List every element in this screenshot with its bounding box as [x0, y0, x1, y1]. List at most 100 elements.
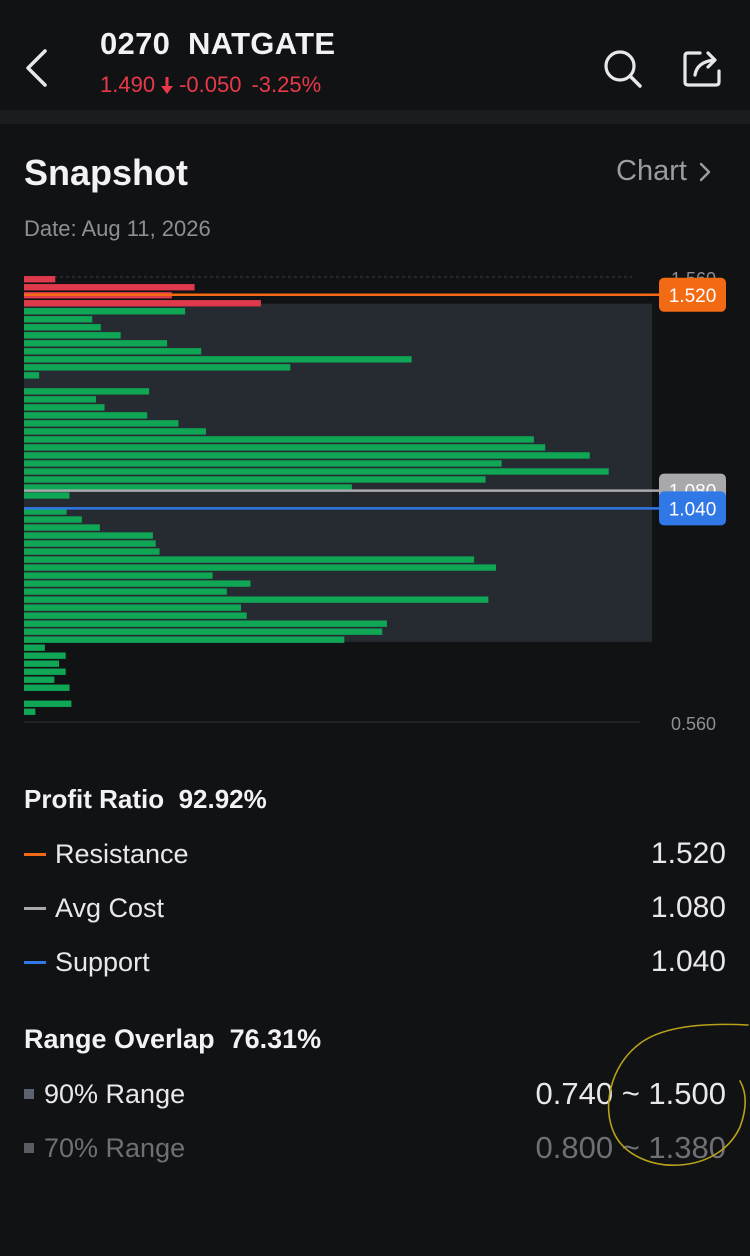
distribution-bar: [24, 628, 383, 635]
back-button[interactable]: [18, 44, 58, 92]
distribution-bar: [24, 700, 72, 707]
distribution-bar: [24, 668, 66, 675]
legend-resistance: Resistance 1.520: [24, 834, 726, 874]
support-swatch: [24, 960, 46, 964]
range-70-square: [24, 1143, 34, 1153]
distribution-bar: [24, 580, 251, 587]
down-arrow-icon: [161, 77, 174, 94]
y-bottom-label: 0.560: [671, 714, 716, 734]
range-90-high: 1.500: [648, 1076, 726, 1111]
stock-name: NATGATE: [188, 26, 336, 61]
distribution-bar: [24, 388, 150, 395]
distribution-bar: [24, 684, 70, 691]
avg-cost-label: Avg Cost: [55, 892, 165, 923]
distribution-bar: [24, 340, 168, 347]
snapshot-date: Date: Aug 11, 2026: [24, 216, 211, 241]
stock-title: 0270 NATGATE: [100, 26, 335, 62]
distribution-bar: [24, 284, 195, 291]
distribution-bar: [24, 300, 261, 307]
top-bar: 0270 NATGATE 1.490 -0.050 -3.25%: [0, 0, 750, 110]
distribution-bar: [24, 572, 213, 579]
distribution-bar: [24, 332, 121, 339]
distribution-bar: [24, 348, 202, 355]
distribution-bar: [24, 532, 153, 539]
avg-cost-swatch: [24, 906, 46, 910]
distribution-bar: [24, 436, 534, 443]
range-90-square: [24, 1089, 34, 1099]
distribution-bar: [24, 476, 486, 483]
search-icon: [604, 50, 642, 88]
chevron-right-icon: [699, 162, 711, 181]
distribution-bar: [24, 540, 156, 547]
resistance-tag-label: 1.520: [669, 286, 717, 307]
profit-ratio-value: 92.92%: [178, 784, 267, 814]
price-change-percent: -3.25%: [251, 72, 322, 97]
distribution-bar: [24, 468, 609, 475]
snapshot-title: Snapshot: [24, 152, 189, 193]
distribution-bar: [24, 516, 82, 523]
distribution-bar: [24, 364, 291, 371]
chart-link[interactable]: Chart: [616, 155, 713, 188]
resistance-label: Resistance: [55, 838, 189, 869]
share-button[interactable]: [678, 44, 726, 92]
support-tag-label: 1.040: [669, 499, 717, 520]
section-divider: [0, 110, 750, 124]
distribution-bar: [24, 556, 475, 563]
distribution-bar: [24, 660, 60, 667]
distribution-bar: [24, 324, 101, 331]
distribution-bar: [24, 708, 36, 715]
distribution-bar: [24, 548, 160, 555]
distribution-bar: [24, 420, 179, 427]
legend-avg-cost: Avg Cost 1.080: [24, 888, 726, 928]
distribution-bar: [24, 612, 247, 619]
resistance-value: 1.520: [650, 837, 726, 870]
distribution-bar: [24, 452, 590, 459]
distribution-bar: [24, 620, 387, 627]
distribution-bar: [24, 356, 412, 363]
search-button[interactable]: [598, 44, 646, 92]
profit-ratio-label: Profit Ratio: [24, 784, 165, 814]
range-overlap: Range Overlap 76.31%: [24, 1024, 321, 1055]
distribution-bar: [24, 524, 100, 531]
distribution-bar: [24, 396, 97, 403]
price-change: -0.050: [179, 72, 242, 97]
last-price: 1.490: [100, 72, 156, 97]
distribution-bar: [24, 412, 148, 419]
distribution-bar: [24, 404, 105, 411]
chip-distribution-svg: 1.5600.5601.5201.0801.040: [24, 269, 726, 734]
quote-line: 1.490 -0.050 -3.25%: [100, 72, 321, 98]
range-70-low: 0.800: [535, 1130, 614, 1165]
distribution-bar: [24, 316, 93, 323]
support-value: 1.040: [650, 945, 726, 978]
chip-distribution-chart: 1.5600.5601.5201.0801.040: [0, 262, 750, 742]
range-90-value: 0.740 ~ 1.500: [535, 1076, 726, 1112]
distribution-bar: [24, 644, 45, 651]
chevron-left-icon: [26, 49, 47, 87]
range-90-low: 0.740: [535, 1076, 614, 1111]
profit-ratio: Profit Ratio 92.92%: [24, 784, 267, 815]
distribution-bar: [24, 428, 206, 435]
distribution-bar: [24, 652, 66, 659]
stock-code: 0270: [100, 26, 171, 61]
distribution-bar: [24, 676, 55, 683]
support-label: Support: [55, 946, 150, 977]
range-70-high: 1.380: [648, 1130, 726, 1165]
distribution-bar: [24, 564, 496, 571]
distribution-bar: [24, 492, 70, 499]
range-90-label: 90% Range: [44, 1078, 186, 1109]
distribution-bar: [24, 588, 227, 595]
range-90-tilde: ~: [621, 1076, 640, 1111]
distribution-bar: [24, 276, 56, 283]
range-70-tilde: ~: [621, 1130, 640, 1165]
distribution-bar: [24, 636, 345, 643]
distribution-bar: [24, 460, 502, 467]
range-70-value: 0.800 ~ 1.380: [535, 1130, 726, 1166]
share-icon: [683, 51, 721, 87]
range-70-label: 70% Range: [44, 1132, 186, 1163]
range-overlap-label: Range Overlap: [24, 1024, 215, 1054]
distribution-bar: [24, 308, 186, 315]
legend-support: Support 1.040: [24, 942, 726, 982]
range-90: 90% Range 0.740 ~ 1.500: [24, 1074, 726, 1114]
range-70: 70% Range 0.800 ~ 1.380: [24, 1128, 726, 1168]
distribution-bar: [24, 604, 242, 611]
